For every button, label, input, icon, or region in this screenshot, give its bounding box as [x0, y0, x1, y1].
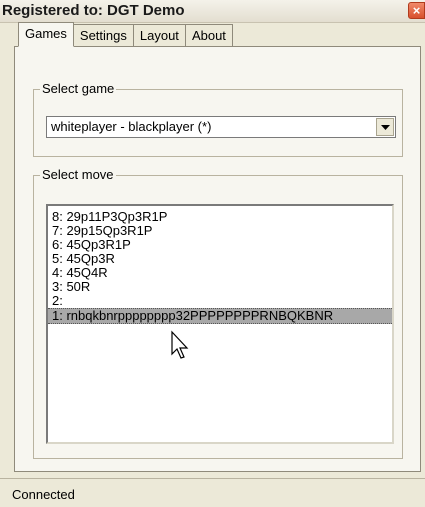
- select-game-group: Select game whiteplayer - blackplayer (*…: [33, 81, 403, 157]
- tab-games[interactable]: Games: [18, 22, 74, 47]
- move-list-item[interactable]: 8: 29p11P3Qp3R1P: [48, 210, 392, 224]
- status-bar: Connected: [0, 478, 425, 507]
- chevron-down-icon: [381, 125, 390, 130]
- game-select-dropdown-button[interactable]: [376, 118, 394, 136]
- move-list[interactable]: 8: 29p11P3Qp3R1P 7: 29p15Qp3R1P 6: 45Qp3…: [46, 204, 394, 444]
- move-list-item[interactable]: 3: 50R: [48, 280, 392, 294]
- title-bar[interactable]: Registered to: DGT Demo ×: [0, 0, 425, 23]
- games-tab-panel: Select game whiteplayer - blackplayer (*…: [14, 46, 421, 472]
- select-game-label: Select game: [40, 81, 117, 96]
- move-list-item[interactable]: 6: 45Qp3R1P: [48, 238, 392, 252]
- game-select[interactable]: whiteplayer - blackplayer (*): [46, 116, 396, 138]
- move-list-item-selected[interactable]: 1: rnbqkbnrpppppppp32PPPPPPPPRNBQKBNR: [48, 308, 392, 324]
- game-select-value: whiteplayer - blackplayer (*): [51, 119, 212, 134]
- move-list-item[interactable]: 4: 45Q4R: [48, 266, 392, 280]
- app-window: Registered to: DGT Demo × Games Settings…: [0, 0, 425, 507]
- connection-status: Connected: [12, 487, 75, 502]
- move-list-item[interactable]: 5: 45Qp3R: [48, 252, 392, 266]
- tab-layout[interactable]: Layout: [132, 24, 186, 46]
- move-list-items: 8: 29p11P3Qp3R1P 7: 29p15Qp3R1P 6: 45Qp3…: [48, 210, 392, 324]
- close-button[interactable]: ×: [408, 2, 425, 19]
- move-list-item[interactable]: 7: 29p15Qp3R1P: [48, 224, 392, 238]
- move-list-item[interactable]: 2:: [48, 294, 392, 308]
- close-icon: ×: [412, 3, 421, 18]
- window-title: Registered to: DGT Demo: [2, 2, 185, 19]
- tab-bar: Games Settings Layout About: [18, 22, 233, 47]
- tab-about[interactable]: About: [184, 24, 233, 46]
- tab-settings[interactable]: Settings: [72, 24, 134, 46]
- mouse-pointer-icon: [171, 330, 189, 359]
- select-move-label: Select move: [40, 167, 116, 182]
- select-move-group: Select move 8: 29p11P3Qp3R1P 7: 29p15Qp3…: [33, 167, 403, 459]
